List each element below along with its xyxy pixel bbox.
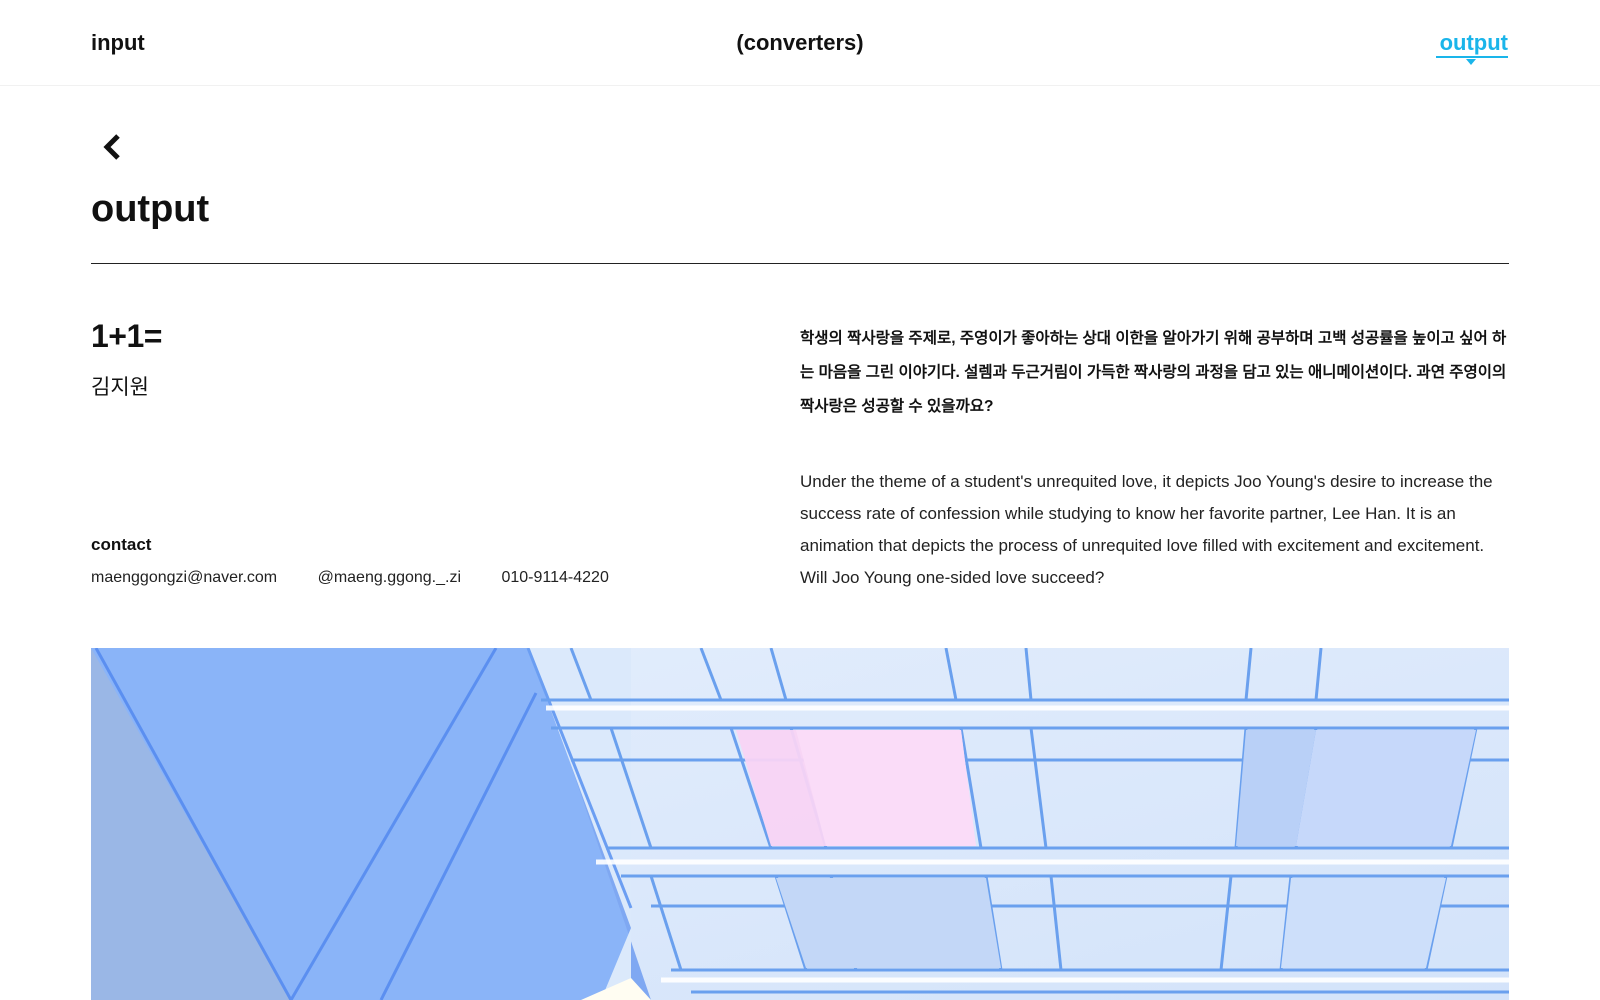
contact-phone-link[interactable]: 010-9114-4220 — [501, 569, 608, 586]
nav-output-link[interactable]: output — [1440, 28, 1508, 58]
header-divider — [91, 263, 1509, 264]
description-korean: 학생의 짝사랑을 주제로, 주영이가 좋아하는 상대 이한을 알아가기 위해 공… — [800, 330, 1507, 415]
work-title: 1+1= — [91, 318, 162, 354]
contact-label: contact — [91, 535, 152, 554]
author-name: 김지원 — [91, 376, 149, 399]
active-nav-caret-icon — [1466, 59, 1476, 65]
contact-email-link[interactable]: maenggongzi@naver.com — [91, 569, 277, 586]
hero-artwork-image — [91, 648, 1509, 1000]
contact-instagram-link[interactable]: @maeng.ggong._.zi — [318, 569, 461, 586]
top-navigation-bar: input (converters) output — [0, 0, 1600, 86]
building-illustration — [91, 648, 1509, 1000]
nav-converters-wrapper: (converters) — [0, 28, 1600, 58]
active-nav-underline — [1436, 56, 1508, 58]
nav-input-link[interactable]: input — [91, 28, 145, 58]
page-title: output — [91, 188, 210, 230]
description-english: Under the theme of a student's unrequite… — [800, 472, 1493, 587]
chevron-left-icon — [103, 134, 120, 160]
contact-row: maenggongzi@naver.com @maeng.ggong._.zi … — [91, 566, 645, 590]
nav-converters-link[interactable]: (converters) — [736, 30, 863, 55]
back-button[interactable] — [98, 132, 128, 162]
